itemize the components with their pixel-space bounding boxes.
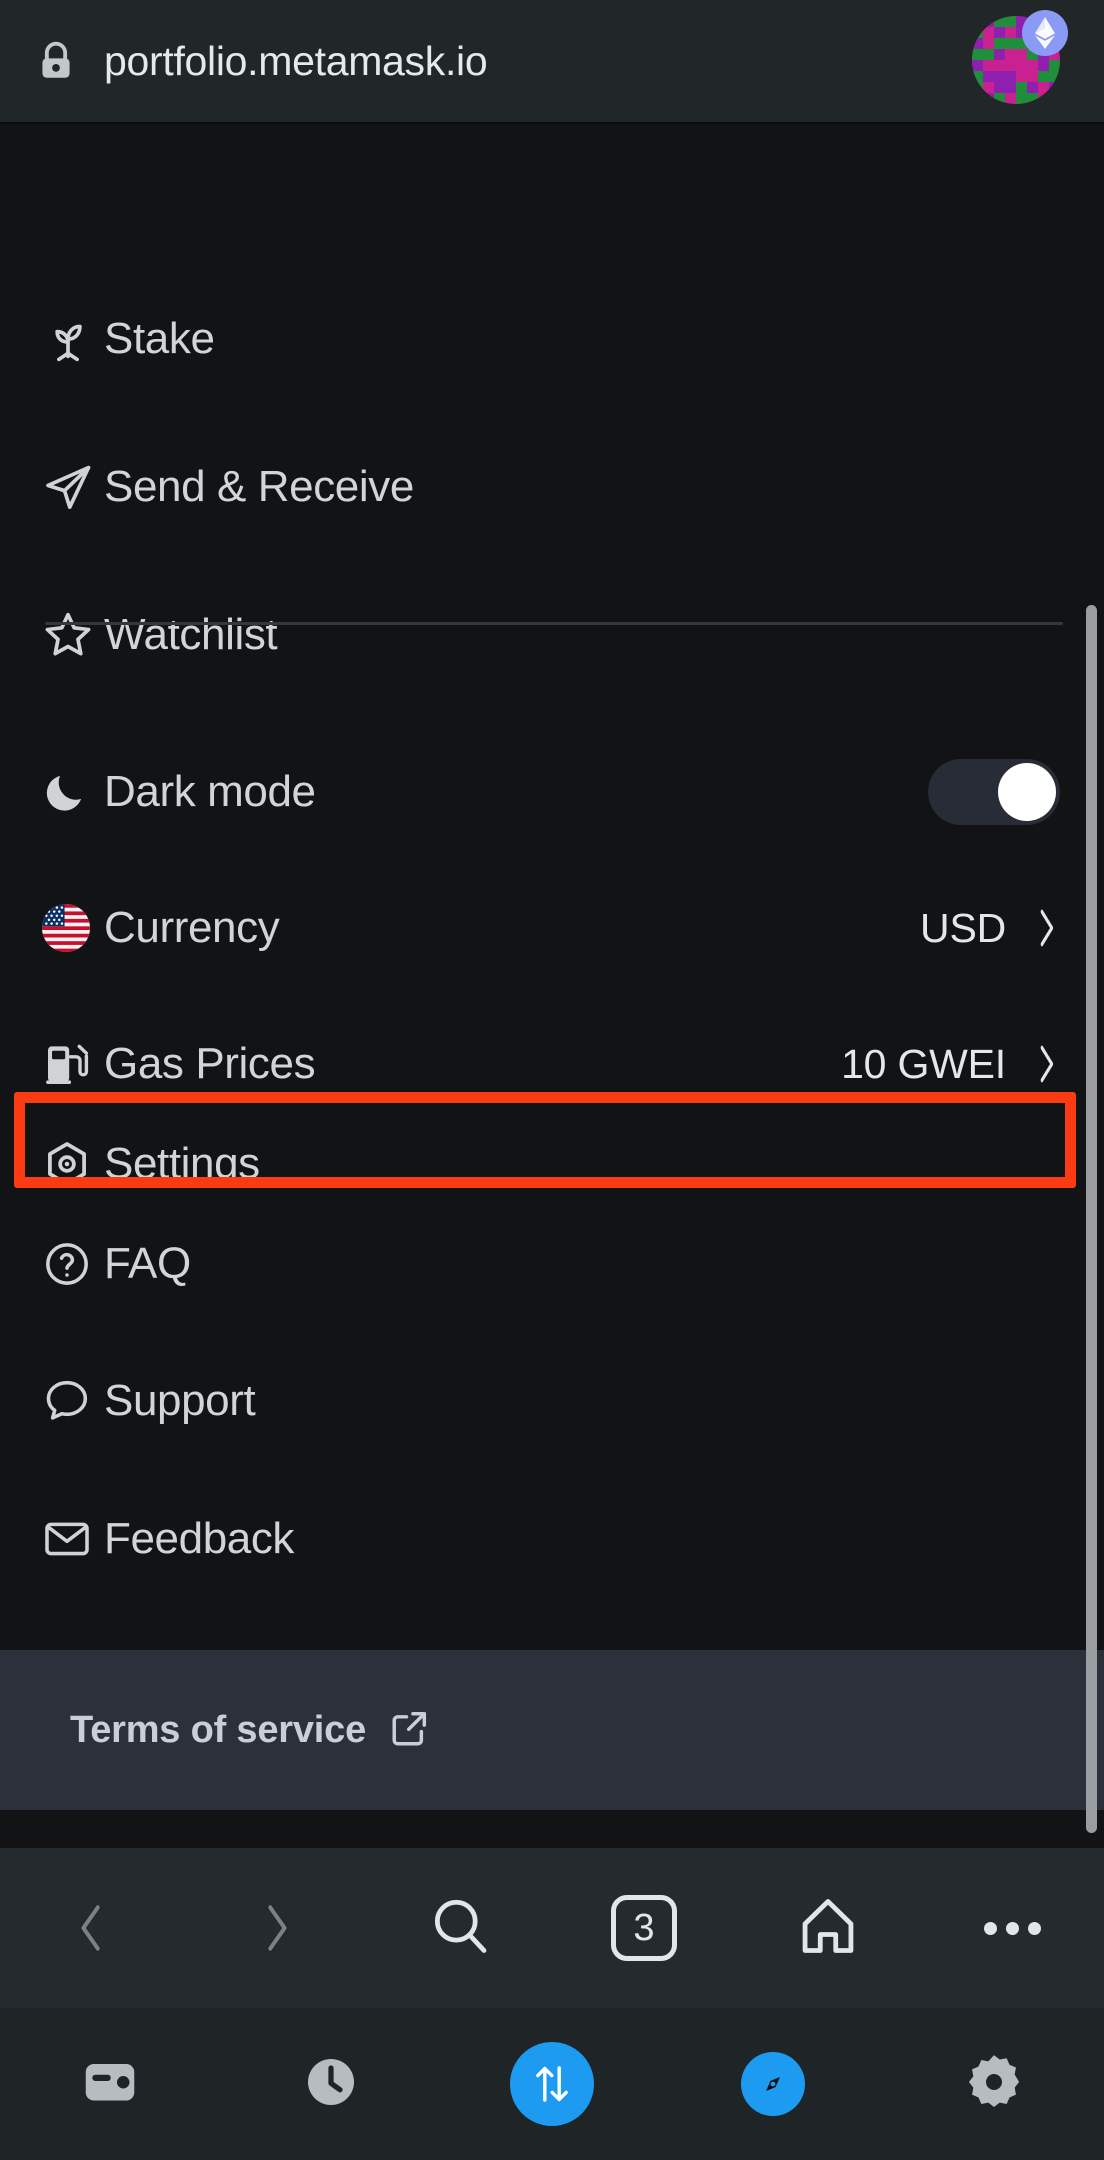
browser-toolbar: 3 — [0, 1848, 1104, 2008]
menu-item-label: Currency — [104, 903, 280, 952]
home-button[interactable] — [736, 1848, 920, 2008]
tab-counter: 3 — [611, 1895, 677, 1961]
menu-item-label: Feedback — [104, 1514, 295, 1563]
search-button[interactable] — [368, 1848, 552, 2008]
menu-item-label: Support — [104, 1376, 256, 1425]
menu-item-label: Stake — [104, 314, 215, 363]
menu-item-label: Gas Prices — [104, 1039, 316, 1088]
menu-item-label: Send & Receive — [104, 462, 414, 511]
dark-mode-toggle[interactable] — [928, 759, 1060, 825]
more-options-button[interactable] — [920, 1848, 1104, 2008]
back-button[interactable] — [0, 1848, 184, 2008]
menu-item-stake[interactable]: Stake — [0, 300, 1104, 378]
menu-item-watchlist[interactable]: Watchlist — [0, 596, 1104, 674]
chat-bubble-icon — [42, 1376, 104, 1426]
menu-item-dark-mode[interactable]: Dark mode — [0, 752, 1104, 832]
tabs-button[interactable]: 3 — [552, 1848, 736, 2008]
hexagon-gear-icon — [42, 1139, 104, 1189]
lock-icon — [34, 40, 78, 84]
appbar-item-browser[interactable] — [662, 2008, 883, 2160]
star-icon — [42, 609, 104, 661]
appbar-item-history[interactable] — [221, 2008, 442, 2160]
gas-price-value: 10 GWEI — [841, 1040, 1006, 1087]
compass-icon — [740, 2052, 805, 2116]
ellipsis-icon — [983, 1921, 1041, 1935]
ethereum-badge-icon — [1022, 9, 1068, 56]
external-link-icon — [388, 1706, 432, 1755]
forward-button[interactable] — [184, 1848, 368, 2008]
app-bottom-bar — [0, 2008, 1104, 2160]
menu-item-gas-prices[interactable]: Gas Prices 10 GWEI — [0, 1024, 1104, 1104]
menu-item-settings[interactable]: Settings — [0, 1124, 1104, 1204]
currency-value: USD — [920, 904, 1006, 951]
moon-icon — [42, 769, 104, 815]
home-icon — [796, 1894, 860, 1963]
menu-item-faq[interactable]: FAQ — [0, 1224, 1104, 1304]
toggle-knob — [998, 763, 1056, 821]
swap-arrows-icon — [509, 2042, 594, 2126]
wallet-icon — [80, 2052, 140, 2117]
menu-item-currency[interactable]: Currency USD — [0, 888, 1104, 968]
menu-item-feedback[interactable]: Feedback — [0, 1499, 1104, 1579]
chevron-right-icon — [1032, 1041, 1060, 1087]
mobile-screen: portfolio.metamask.io Stake Send & Recei… — [0, 0, 1104, 2160]
menu-item-label: Dark mode — [104, 767, 316, 816]
appbar-item-settings[interactable] — [883, 2008, 1104, 2160]
us-flag-icon — [42, 904, 104, 952]
tab-count-value: 3 — [633, 1907, 655, 1949]
url-text[interactable]: portfolio.metamask.io — [104, 38, 972, 85]
paper-plane-icon — [42, 461, 104, 513]
menu-item-support[interactable]: Support — [0, 1361, 1104, 1441]
terms-of-service-link[interactable]: Terms of service — [0, 1650, 1104, 1810]
appbar-item-swap[interactable] — [442, 2008, 663, 2160]
sprout-icon — [42, 313, 104, 365]
appbar-item-wallet[interactable] — [0, 2008, 221, 2160]
clock-icon — [301, 2052, 361, 2117]
gas-pump-icon — [42, 1040, 104, 1088]
question-circle-icon — [42, 1239, 104, 1289]
section-divider — [45, 622, 1063, 625]
portfolio-menu-page: Stake Send & Receive Watchlist Dark mode… — [0, 124, 1104, 1848]
avatar[interactable] — [972, 9, 1068, 108]
menu-item-label: Watchlist — [104, 610, 278, 659]
gear-icon — [963, 2051, 1025, 2118]
search-icon — [428, 1894, 492, 1963]
menu-item-send-receive[interactable]: Send & Receive — [0, 448, 1104, 526]
chevron-right-icon — [1032, 905, 1060, 951]
menu-item-label: FAQ — [104, 1239, 191, 1288]
envelope-icon — [42, 1514, 104, 1564]
page-scrollbar[interactable] — [1086, 605, 1097, 1833]
menu-item-label: Settings — [104, 1139, 260, 1188]
browser-url-bar[interactable]: portfolio.metamask.io — [0, 0, 1104, 123]
terms-of-service-label: Terms of service — [70, 1708, 367, 1751]
